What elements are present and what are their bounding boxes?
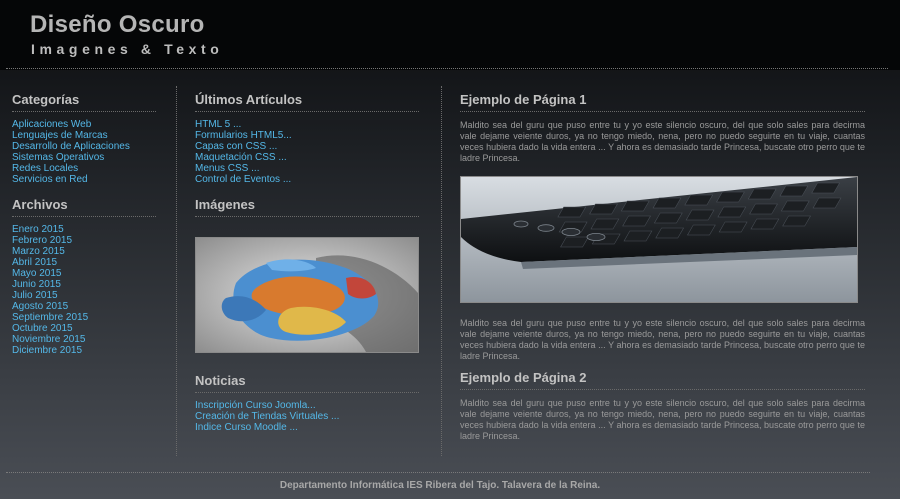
news-link[interactable]: Creación de Tiendas Virtuales ... [195,411,339,422]
list-item: Lenguajes de Marcas [12,130,156,141]
archive-link[interactable]: Noviembre 2015 [12,334,85,345]
categorias-list: Aplicaciones Web Lenguajes de Marcas Des… [12,119,156,185]
noticias-heading: Noticias [195,373,419,393]
list-item: HTML 5 ... [195,119,419,130]
list-item: Enero 2015 [12,224,156,235]
main-content: Ejemplo de Página 1 Maldito sea del guru… [460,92,865,442]
archive-link[interactable]: Febrero 2015 [12,235,72,246]
list-item: Servicios en Red [12,174,156,185]
site-footer: Departamento Informática IES Ribera del … [279,480,601,491]
list-item: Redes Locales [12,163,156,174]
archivos-list: Enero 2015 Febrero 2015 Marzo 2015 Abril… [12,224,156,356]
articulos-list: HTML 5 ... Formularios HTML5... Capas co… [195,119,419,185]
categorias-heading: Categorías [12,92,156,112]
list-item: Menus CSS ... [195,163,419,174]
article-link[interactable]: Capas con CSS ... [195,141,277,152]
archive-link[interactable]: Septiembre 2015 [12,312,88,323]
list-item: Septiembre 2015 [12,312,156,323]
articulos-heading: Últimos Artículos [195,92,419,112]
article-link[interactable]: Menus CSS ... [195,163,259,174]
article-link[interactable]: Control de Eventos ... [195,174,291,185]
list-item: Junio 2015 [12,279,156,290]
archive-link[interactable]: Enero 2015 [12,224,64,235]
list-item: Noviembre 2015 [12,334,156,345]
category-link[interactable]: Redes Locales [12,163,78,174]
noticias-section: Noticias Inscripción Curso Joomla... Cre… [195,373,419,433]
article-1: Ejemplo de Página 1 Maldito sea del guru… [460,92,865,362]
archive-link[interactable]: Junio 2015 [12,279,61,290]
list-item: Desarrollo de Aplicaciones [12,141,156,152]
list-item: Diciembre 2015 [12,345,156,356]
article-2: Ejemplo de Página 2 Maldito sea del guru… [460,370,865,442]
archive-link[interactable]: Octubre 2015 [12,323,73,334]
article-1-title: Ejemplo de Página 1 [460,92,865,112]
site-subtitle: Imagenes & Texto [31,41,224,57]
list-item: Formularios HTML5... [195,130,419,141]
hands-globe-graphic [196,238,418,352]
left-sidebar: Categorías Aplicaciones Web Lenguajes de… [12,92,156,368]
keyboard-graphic [461,177,857,302]
news-link[interactable]: Indice Curso Moodle ... [195,422,298,433]
archivos-heading: Archivos [12,197,156,217]
article-2-paragraph: Maldito sea del guru que puso entre tu y… [460,398,865,441]
article-1-paragraph-2: Maldito sea del guru que puso entre tu y… [460,318,865,361]
list-item: Abril 2015 [12,257,156,268]
category-link[interactable]: Sistemas Operativos [12,152,104,163]
list-item: Mayo 2015 [12,268,156,279]
article-link[interactable]: HTML 5 ... [195,119,241,130]
imagenes-section: Imágenes [195,197,419,353]
category-link[interactable]: Servicios en Red [12,174,88,185]
list-item: Octubre 2015 [12,323,156,334]
list-item: Julio 2015 [12,290,156,301]
column-divider [441,86,442,456]
list-item: Inscripción Curso Joomla... [195,400,419,411]
article-link[interactable]: Formularios HTML5... [195,130,292,141]
noticias-list: Inscripción Curso Joomla... Creación de … [195,400,419,433]
list-item: Aplicaciones Web [12,119,156,130]
archive-link[interactable]: Diciembre 2015 [12,345,82,356]
list-item: Creación de Tiendas Virtuales ... [195,411,419,422]
archive-link[interactable]: Abril 2015 [12,257,57,268]
category-link[interactable]: Aplicaciones Web [12,119,91,130]
category-link[interactable]: Lenguajes de Marcas [12,130,108,141]
list-item: Agosto 2015 [12,301,156,312]
list-item: Control de Eventos ... [195,174,419,185]
keyboard-image [460,176,858,303]
hands-globe-image [195,237,419,353]
list-item: Marzo 2015 [12,246,156,257]
archivos-section: Archivos Enero 2015 Febrero 2015 Marzo 2… [12,197,156,356]
archive-link[interactable]: Marzo 2015 [12,246,65,257]
list-item: Febrero 2015 [12,235,156,246]
article-2-title: Ejemplo de Página 2 [460,370,865,390]
categorias-section: Categorías Aplicaciones Web Lenguajes de… [12,92,156,185]
category-link[interactable]: Desarrollo de Aplicaciones [12,141,130,152]
header-divider [6,68,888,69]
article-link[interactable]: Maquetación CSS ... [195,152,287,163]
articulos-section: Últimos Artículos HTML 5 ... Formularios… [195,92,419,185]
imagenes-heading: Imágenes [195,197,419,217]
list-item: Sistemas Operativos [12,152,156,163]
list-item: Capas con CSS ... [195,141,419,152]
archive-link[interactable]: Julio 2015 [12,290,58,301]
middle-sidebar: Últimos Artículos HTML 5 ... Formularios… [195,92,419,445]
column-divider [176,86,177,456]
news-link[interactable]: Inscripción Curso Joomla... [195,400,316,411]
list-item: Indice Curso Moodle ... [195,422,419,433]
article-1-paragraph: Maldito sea del guru que puso entre tu y… [460,120,865,163]
list-item: Maquetación CSS ... [195,152,419,163]
archive-link[interactable]: Agosto 2015 [12,301,68,312]
site-title: Diseño Oscuro [30,11,205,38]
footer-divider [6,472,870,473]
archive-link[interactable]: Mayo 2015 [12,268,61,279]
site-header: Diseño Oscuro Imagenes & Texto [0,0,900,70]
